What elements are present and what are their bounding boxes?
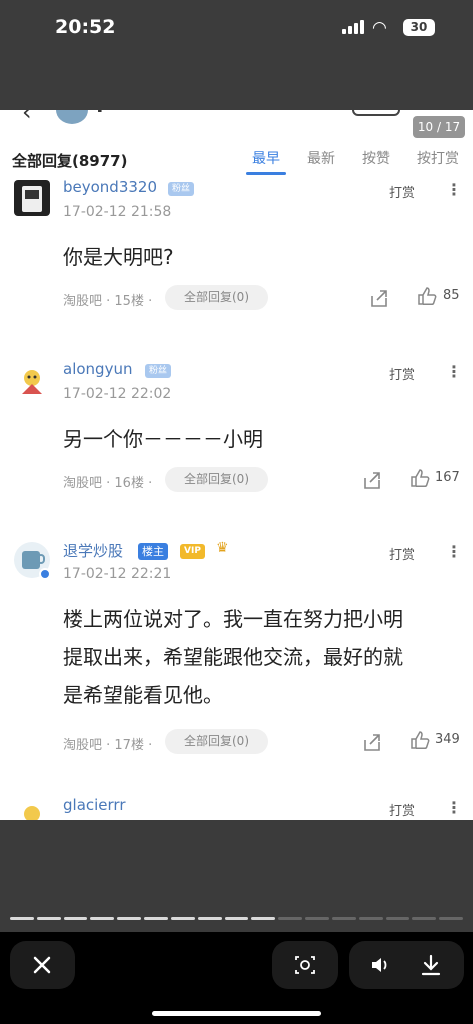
reply-meta: 淘股吧 · 15楼 · bbox=[63, 294, 153, 309]
fan-badge: 粉丝 bbox=[168, 182, 195, 196]
user-avatar[interactable] bbox=[14, 364, 50, 400]
more-icon[interactable]: ⋮ bbox=[446, 542, 462, 561]
reply-content: 另一个你－－－－小明 bbox=[63, 427, 263, 451]
progress-segment bbox=[144, 917, 168, 920]
status-time: 20:52 bbox=[55, 16, 116, 38]
reply-meta: 淘股吧 · 16楼 · bbox=[63, 476, 153, 491]
sort-active-indicator bbox=[246, 172, 286, 175]
reward-button[interactable]: 打赏 bbox=[389, 800, 415, 819]
volume-icon[interactable] bbox=[369, 954, 393, 976]
progress-segment bbox=[251, 917, 276, 920]
share-icon[interactable] bbox=[362, 470, 382, 490]
like-icon[interactable] bbox=[410, 730, 430, 750]
all-replies-button[interactable]: 全部回复(0) bbox=[165, 729, 268, 754]
all-replies-button[interactable]: 全部回复(0) bbox=[165, 467, 268, 492]
reward-button[interactable]: 打赏 bbox=[389, 544, 415, 563]
sort-latest-tab[interactable]: 最新 bbox=[307, 148, 335, 168]
progress-segment bbox=[439, 917, 463, 920]
author-avatar[interactable] bbox=[56, 110, 88, 124]
status-bar: 20:52 ◠ 30 bbox=[0, 0, 473, 110]
reply-content-line: 楼上两位说对了。我一直在努力把小明 bbox=[63, 607, 403, 631]
page-counter: 10 / 17 bbox=[413, 116, 465, 138]
wifi-icon: ◠ bbox=[372, 18, 387, 38]
sort-rewards-tab[interactable]: 按打赏 bbox=[417, 148, 459, 168]
owner-badge: 楼主 bbox=[138, 543, 168, 560]
top-nav: ‹ · bbox=[0, 110, 473, 126]
close-icon bbox=[33, 956, 51, 974]
author-name-cutoff: · bbox=[96, 110, 104, 122]
download-icon[interactable] bbox=[419, 953, 443, 977]
reply-content-line: 是希望能看见他。 bbox=[63, 683, 223, 707]
post-date: 17-02-12 21:58 bbox=[63, 204, 172, 220]
more-icon[interactable]: ⋮ bbox=[446, 362, 462, 381]
home-indicator bbox=[152, 1011, 321, 1016]
replies-title: 全部回复(8977) bbox=[12, 152, 128, 170]
share-icon[interactable] bbox=[369, 288, 389, 308]
signal-icon bbox=[342, 20, 364, 34]
post-date: 17-02-12 22:02 bbox=[63, 386, 172, 402]
close-button[interactable] bbox=[10, 941, 75, 989]
username[interactable]: glacierrr bbox=[63, 796, 126, 814]
reply-header: 全部回复(8977) 最早 最新 按赞 按打赏 bbox=[0, 140, 473, 180]
scan-icon bbox=[295, 956, 315, 974]
progress-segment bbox=[278, 917, 303, 920]
like-icon[interactable] bbox=[417, 286, 437, 306]
progress-segment bbox=[385, 917, 410, 920]
like-count: 85 bbox=[443, 288, 460, 303]
user-avatar[interactable] bbox=[14, 180, 50, 216]
more-icon[interactable]: ⋮ bbox=[446, 180, 462, 199]
sort-likes-tab[interactable]: 按赞 bbox=[362, 148, 390, 168]
username[interactable]: alongyun bbox=[63, 360, 132, 378]
post-date: 17-02-12 22:21 bbox=[63, 566, 172, 582]
like-count: 167 bbox=[435, 470, 460, 485]
follow-button[interactable] bbox=[352, 110, 400, 116]
verified-icon bbox=[39, 568, 51, 580]
story-progress bbox=[10, 917, 463, 920]
progress-segment bbox=[305, 917, 329, 920]
progress-segment bbox=[412, 917, 437, 920]
progress-segment bbox=[90, 917, 115, 920]
crown-icon: ♛ bbox=[216, 540, 229, 556]
reply-meta: 淘股吧 · 17楼 · bbox=[63, 738, 153, 753]
username[interactable]: 退学炒股 bbox=[63, 540, 123, 561]
reward-button[interactable]: 打赏 bbox=[389, 364, 415, 383]
user-avatar[interactable] bbox=[14, 542, 51, 580]
progress-segment bbox=[63, 917, 88, 920]
sort-earliest-tab[interactable]: 最早 bbox=[252, 148, 280, 168]
scan-button[interactable] bbox=[272, 941, 338, 989]
username[interactable]: beyond3320 bbox=[63, 178, 157, 196]
vip-badge: VIP bbox=[180, 544, 205, 559]
progress-segment bbox=[117, 917, 142, 920]
reward-button[interactable]: 打赏 bbox=[389, 182, 415, 201]
like-icon[interactable] bbox=[410, 468, 430, 488]
media-controls bbox=[349, 941, 464, 989]
progress-segment bbox=[10, 917, 34, 920]
reply-content: 你是大明吧? bbox=[63, 245, 174, 269]
progress-segment bbox=[197, 917, 222, 920]
progress-segment bbox=[36, 917, 61, 920]
share-icon[interactable] bbox=[362, 732, 382, 752]
all-replies-button[interactable]: 全部回复(0) bbox=[165, 285, 268, 310]
fan-badge: 粉丝 bbox=[145, 364, 172, 378]
progress-segment bbox=[170, 917, 195, 920]
progress-segment bbox=[224, 917, 249, 920]
battery-icon: 30 bbox=[403, 19, 435, 36]
user-avatar[interactable] bbox=[14, 800, 50, 820]
progress-segment bbox=[358, 917, 383, 920]
like-count: 349 bbox=[435, 732, 460, 747]
back-arrow-icon[interactable]: ‹ bbox=[22, 110, 32, 126]
reply-content-line: 提取出来，希望能跟他交流，最好的就 bbox=[63, 645, 403, 669]
post-page: ‹ · 10 / 17 全部回复(8977) 最早 最新 按赞 按打赏 beyo… bbox=[0, 110, 473, 820]
progress-segment bbox=[331, 917, 356, 920]
more-icon[interactable]: ⋮ bbox=[446, 798, 462, 817]
